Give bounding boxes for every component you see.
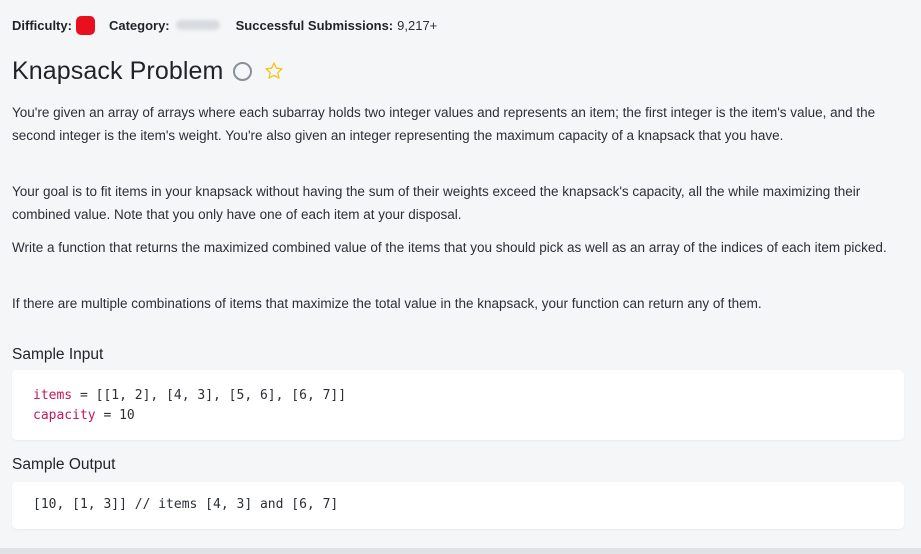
star-icon[interactable] [264,61,284,81]
submissions-count: 9,217+ [397,17,438,33]
difficulty-label: Difficulty: [12,17,72,33]
difficulty-badge [75,15,95,35]
description-paragraph: Write a function that returns the maximi… [12,240,887,255]
completion-circle-icon[interactable] [233,61,253,81]
description-paragraph: If there are multiple combinations of it… [12,296,762,311]
sample-input-code: items = [[1, 2], [4, 3], [5, 6], [6, 7]]… [12,370,904,440]
sample-output-heading: Sample Output [12,456,116,473]
code-line: [10, [1, 3]] // items [4, 3] and [6, 7] [33,497,339,512]
sample-output-code: [10, [1, 3]] // items [4, 3] and [6, 7] [12,482,904,529]
problem-meta-bar: Difficulty: Category: Successful Submiss… [12,15,437,35]
title-row: Knapsack Problem [12,55,284,87]
panel-bottom-edge [0,548,921,554]
description-paragraph: Your goal is to fit items in your knapsa… [12,184,861,222]
sample-input-heading: Sample Input [12,346,104,363]
description-paragraph: You're given an array of arrays where ea… [12,105,876,143]
code-line: items = [[1, 2], [4, 3], [5, 6], [6, 7]] [33,388,347,403]
category-value-blurred [175,20,220,30]
category-label: Category: [108,17,170,33]
page-title: Knapsack Problem [12,56,224,85]
code-line: capacity = 10 [33,408,135,423]
submissions-label: Successful Submissions: [235,17,394,33]
